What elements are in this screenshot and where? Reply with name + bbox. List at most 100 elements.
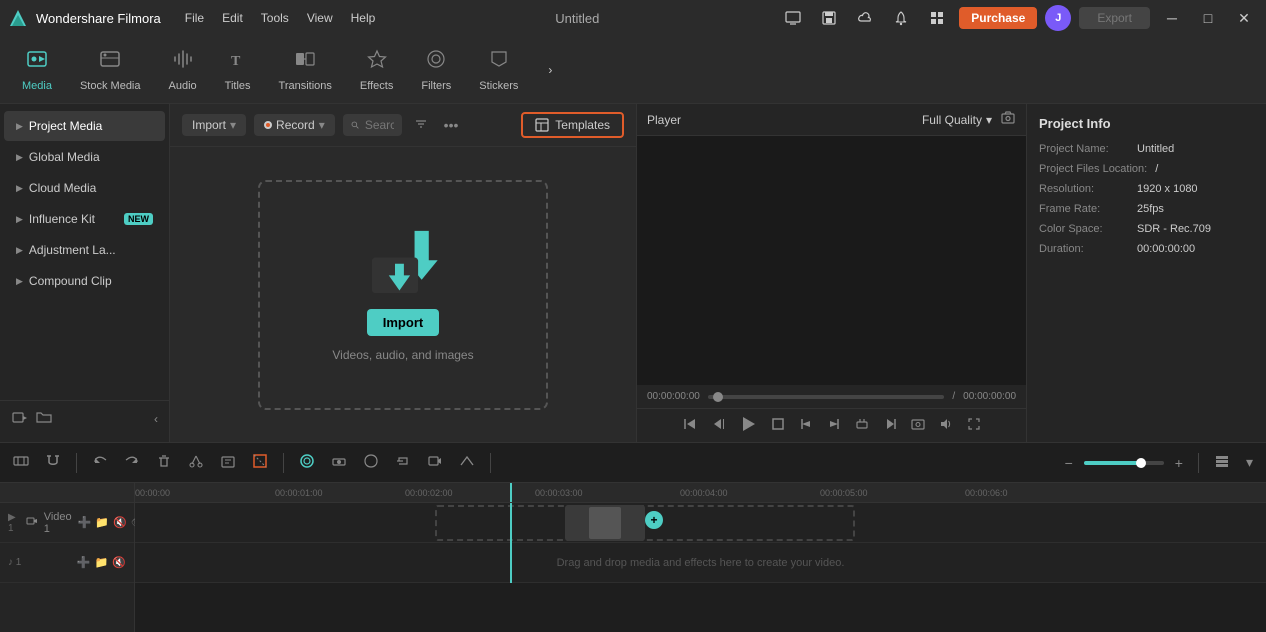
titlebar: Wondershare Filmora File Edit Tools View… xyxy=(0,0,1266,36)
info-label: Project Name: xyxy=(1039,143,1129,155)
import-button[interactable]: Import ▾ xyxy=(182,114,246,136)
toolbar-item-audio[interactable]: Audio xyxy=(155,44,211,96)
sidebar-item-cloud-media[interactable]: ▶ Cloud Media xyxy=(4,173,165,203)
app-name: Wondershare Filmora xyxy=(36,11,161,26)
menu-edit[interactable]: Edit xyxy=(222,11,243,25)
video-track[interactable]: + xyxy=(135,503,1266,543)
magnet-icon[interactable] xyxy=(40,450,66,475)
zoom-thumb[interactable] xyxy=(1136,458,1146,468)
toolbar-item-titles[interactable]: T Titles xyxy=(211,44,265,96)
import-logo xyxy=(363,227,443,297)
snapshot-icon[interactable] xyxy=(911,417,925,434)
toolbar-item-filters[interactable]: Filters xyxy=(407,44,465,96)
volume-icon[interactable] xyxy=(939,417,953,434)
text-icon[interactable] xyxy=(215,450,241,475)
notification-icon-btn[interactable] xyxy=(887,4,915,32)
zoom-out-icon[interactable]: − xyxy=(1060,452,1078,474)
more-tl-icon[interactable]: ▾ xyxy=(1241,451,1258,474)
track-mute-icon[interactable]: 🔇 xyxy=(113,516,127,529)
purchase-button[interactable]: Purchase xyxy=(959,7,1037,29)
track-add-icon[interactable]: ➕ xyxy=(78,516,92,529)
timeline-separator xyxy=(1198,453,1199,473)
toolbar-item-stock-media[interactable]: Stock Media xyxy=(66,44,155,96)
main-area: ▶ Project Media ▶ Global Media ▶ Cloud M… xyxy=(0,104,1266,442)
audio-track[interactable]: Drag and drop media and effects here to … xyxy=(135,543,1266,583)
sidebar-item-influence-kit[interactable]: ▶ Influence Kit NEW xyxy=(4,204,165,234)
sidebar-item-adjustment[interactable]: ▶ Adjustment La... xyxy=(4,235,165,265)
zoom-in-icon[interactable]: + xyxy=(1170,452,1188,474)
frame-back-icon[interactable] xyxy=(711,417,725,434)
detach-icon[interactable] xyxy=(390,450,416,475)
minimize-button[interactable]: ─ xyxy=(1158,4,1186,32)
menu-file[interactable]: File xyxy=(185,11,204,25)
clip-icon[interactable] xyxy=(855,417,869,434)
save-icon-btn[interactable] xyxy=(815,4,843,32)
quality-select[interactable]: Full Quality ▾ xyxy=(922,113,992,127)
zoom-slider[interactable] xyxy=(1084,461,1164,465)
mark-out-icon[interactable] xyxy=(827,417,841,434)
search-box[interactable] xyxy=(343,114,402,136)
effects-tl-icon[interactable] xyxy=(326,450,352,475)
add-clip-button[interactable]: + xyxy=(645,511,663,529)
stop-icon[interactable] xyxy=(771,417,785,434)
sidebar-item-project-media[interactable]: ▶ Project Media xyxy=(4,111,165,141)
export-button[interactable]: Export xyxy=(1079,7,1150,29)
close-button[interactable]: ✕ xyxy=(1230,4,1258,32)
crop-icon[interactable] xyxy=(247,450,273,475)
mark-in-icon[interactable] xyxy=(799,417,813,434)
player-screenshot-icon[interactable] xyxy=(1000,110,1016,129)
toolbar-item-effects[interactable]: Effects xyxy=(346,44,407,96)
video-icon[interactable] xyxy=(422,450,448,475)
record-button[interactable]: Record ▾ xyxy=(254,114,335,136)
maximize-button[interactable]: □ xyxy=(1194,4,1222,32)
add-media-icon[interactable] xyxy=(12,409,28,428)
speed-icon[interactable] xyxy=(454,450,480,475)
menu-help[interactable]: Help xyxy=(351,11,376,25)
progress-thumb[interactable] xyxy=(713,392,723,402)
track-folder2-icon[interactable]: 📁 xyxy=(95,556,109,569)
toolbar-item-stickers[interactable]: Stickers xyxy=(465,44,532,96)
sidebar-item-label: Adjustment La... xyxy=(29,243,153,257)
toolbar-item-media[interactable]: Media xyxy=(8,44,66,96)
grid-icon-btn[interactable] xyxy=(923,4,951,32)
sidebar-item-compound-clip[interactable]: ▶ Compound Clip xyxy=(4,266,165,296)
toolbar-item-transitions[interactable]: Transitions xyxy=(265,44,346,96)
sidebar-collapse-icon[interactable]: ‹ xyxy=(154,412,158,426)
video-clip[interactable] xyxy=(565,505,645,541)
ripple-icon[interactable] xyxy=(294,450,320,475)
more-options-icon[interactable]: ••• xyxy=(440,115,463,135)
stickers-label: Stickers xyxy=(479,80,518,92)
filter-icon[interactable] xyxy=(410,115,432,136)
folder-icon[interactable] xyxy=(36,409,52,428)
track-folder-icon[interactable]: 📁 xyxy=(95,516,109,529)
import-drop-area[interactable]: Import Videos, audio, and images xyxy=(258,180,548,410)
cut-icon[interactable] xyxy=(183,450,209,475)
delete-icon[interactable] xyxy=(151,450,177,475)
play-icon[interactable] xyxy=(739,415,757,436)
cloud-icon-btn[interactable] xyxy=(851,4,879,32)
menu-tools[interactable]: Tools xyxy=(261,11,289,25)
screen-icon-btn[interactable] xyxy=(779,4,807,32)
auto-ripple-icon[interactable] xyxy=(8,450,34,475)
search-input[interactable] xyxy=(365,118,394,132)
layout-icon[interactable] xyxy=(1209,450,1235,475)
sidebar-item-global-media[interactable]: ▶ Global Media xyxy=(4,142,165,172)
progress-track[interactable] xyxy=(708,395,945,399)
audio-label: Audio xyxy=(169,80,197,92)
track-mute2-icon[interactable]: 🔇 xyxy=(112,556,126,569)
toolbar-more-btn[interactable]: › xyxy=(536,56,564,84)
menu-view[interactable]: View xyxy=(307,11,333,25)
skip-back-icon[interactable] xyxy=(683,417,697,434)
frame-fwd-icon[interactable] xyxy=(883,417,897,434)
player-progress-bar[interactable]: 00:00:00:00 / 00:00:00:00 xyxy=(637,385,1026,408)
track-add2-icon[interactable]: ➕ xyxy=(77,556,91,569)
import-center-button[interactable]: Import xyxy=(367,309,439,336)
undo-icon[interactable] xyxy=(87,450,113,475)
templates-button[interactable]: Templates xyxy=(521,112,624,138)
info-row-location: Project Files Location: / xyxy=(1039,163,1254,175)
user-avatar[interactable]: J xyxy=(1045,5,1071,31)
ruler-mark: 00:00:00 xyxy=(135,488,170,498)
mask-icon[interactable] xyxy=(358,450,384,475)
fullscreen-icon[interactable] xyxy=(967,417,981,434)
redo-icon[interactable] xyxy=(119,450,145,475)
